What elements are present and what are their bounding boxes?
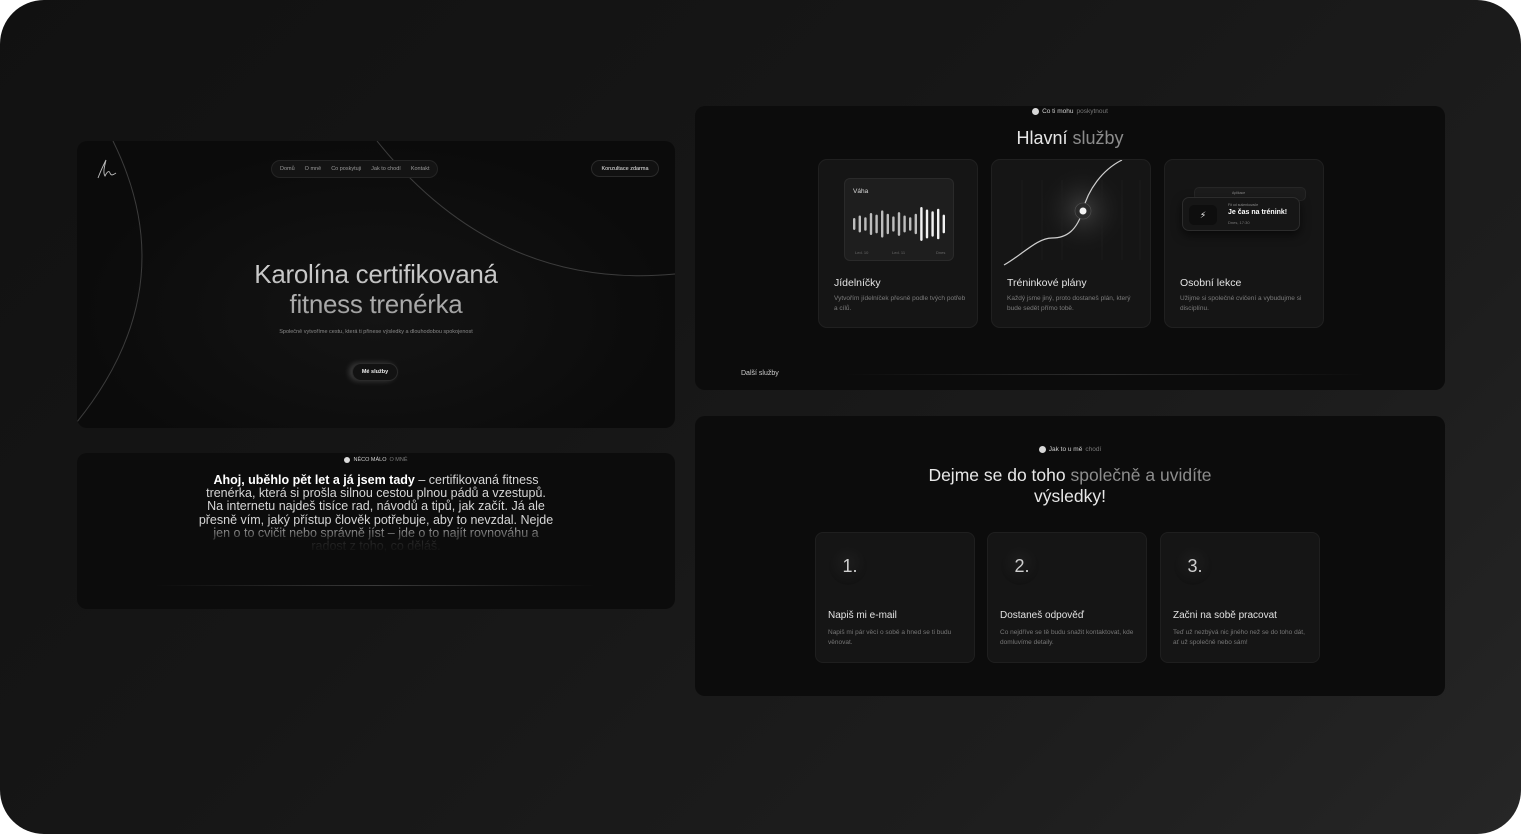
weight-bar [858,215,861,233]
my-services-button[interactable]: Mé služby [352,363,398,381]
weight-axis-label: Dnes [936,250,946,255]
services-title: Hlavní služby [695,128,1445,149]
service-card-personal-lessons[interactable]: Aplikace ⚡ Fit od sušenkovače Je čas na … [1164,159,1324,328]
weight-bar [892,216,895,232]
notification-back-app: Aplikace [1232,191,1246,195]
step-desc: Co nejdříve se tě budu snažit kontaktova… [1000,629,1134,646]
step-title: Dostaneš odpověď [1000,610,1084,621]
step-desc: Teď už nezbývá nic jiného než se do toho… [1173,629,1305,646]
hero-subtitle: Společně vytvoříme cestu, která ti přine… [279,329,473,335]
nav-item-services[interactable]: Co poskytuji [331,166,361,172]
step-title: Napiš mi e-mail [828,610,897,621]
badge-dot-icon [344,457,351,463]
divider [843,374,1368,375]
step-card: 2. Dostaneš odpověď Co nejdříve se tě bu… [987,532,1147,663]
signature-logo-icon[interactable] [95,158,119,180]
divider [155,585,597,586]
services-title-muted: služby [1067,128,1124,148]
services-badge-muted: poskytnout [1076,108,1108,115]
weight-bar [853,218,856,230]
weight-bar [931,211,934,237]
services-badge: Co ti mohu poskytnout [695,108,1445,115]
screenshot-frame: Domů O mně Co poskytuji Jak to chodí Kon… [0,0,1521,834]
about-section: NĚCO MÁLO O MNĚ Ahoj, uběhlo pět let a j… [77,453,675,609]
badge-dot-icon [1032,108,1040,115]
text-fade-overlay [77,523,675,553]
process-title-muted: společně a uvidíte [1065,465,1212,485]
services-section: Co ti mohu poskytnout Hlavní služby Váha… [695,106,1445,390]
nav-item-home[interactable]: Domů [280,166,295,172]
notification-title: Je čas na trénink! [1228,209,1288,216]
badge-dot-icon [1038,446,1046,453]
free-consultation-button[interactable]: Konzultace zdarma [591,160,659,177]
weight-bar [909,217,912,231]
weight-bar [914,213,917,235]
hero-title-line-2: fitness trenérka [289,289,463,319]
services-title-main: Hlavní [1016,128,1068,148]
about-badge-main: NĚCO MÁLO [353,457,387,463]
notification-time: Dnes, 17:30 [1228,220,1250,225]
service-card-title: Jídelníčky [834,277,881,289]
weight-axis-label: Led. 10 [855,250,869,255]
process-badge-main: Jak to u mě [1048,446,1083,453]
weight-bar [925,209,929,239]
lightning-icon: ⚡ [1189,205,1217,225]
service-card-meal-plans[interactable]: Váha Led. 10 Led. 11 Dnes Jídelníčky Vyt… [818,159,978,328]
step-title: Začni na sobě pracovat [1173,610,1277,621]
service-card-desc: Každý jsme jiný, proto dostaneš plán, kt… [1007,295,1131,312]
notification-app: Fit od sušenkovače [1228,203,1259,207]
nav-item-process[interactable]: Jak to chodí [371,166,401,172]
weight-bar [875,214,878,234]
process-section: Jak to u mě chodí Dejme se do toho spole… [695,416,1445,696]
weight-bar [897,212,901,236]
nav-item-about[interactable]: O mně [305,166,322,172]
hero-title: Karolína certifikovaná fitness trenérka [77,259,675,319]
weight-chart: Váha Led. 10 Led. 11 Dnes [844,178,954,261]
service-card-desc: Vytvořím jídelníček přesně podle tvých p… [834,295,966,312]
hero-title-line-1: Karolína certifikovaná [254,259,498,289]
progress-curve-graphic [1003,160,1141,266]
process-title-main: Dejme se do toho [928,465,1066,485]
about-badge-muted: O MNĚ [389,457,408,463]
service-card-desc: Užijme si společné cvičení a vybudujme s… [1180,295,1302,312]
weight-bar [920,207,923,241]
step-number: 2. [1001,547,1039,585]
process-badge: Jak to u mě chodí [695,446,1445,453]
weight-bar [903,215,906,233]
service-card-title: Tréninkové plány [1007,277,1087,289]
process-badge-muted: chodí [1085,446,1102,453]
weight-bar [942,214,945,234]
process-title: Dejme se do toho společně a uvidíte výsl… [695,465,1445,507]
weight-bar [869,212,873,236]
about-intro-bold: Ahoj, uběhlo pět let a já jsem tady [213,473,415,487]
step-desc: Napiš mi pár věcí o sobě a hned se ti bu… [828,629,952,646]
weight-bar [937,208,940,240]
notification: ⚡ Fit od sušenkovače Je čas na trénink! … [1182,197,1300,231]
services-badge-main: Co ti mohu [1042,108,1074,115]
weight-axis-label: Led. 11 [892,250,906,255]
more-services-link[interactable]: Další služby [741,370,779,377]
nav-item-contact[interactable]: Kontakt [411,166,430,172]
process-title-line-2: výsledky! [1034,486,1106,506]
weight-bar [864,217,867,231]
step-number: 1. [829,547,867,585]
step-number: 3. [1174,547,1212,585]
weight-bar [886,213,889,235]
service-card-training-plans[interactable]: Tréninkové plány Každý jsme jiný, proto … [991,159,1151,328]
hero-section: Domů O mně Co poskytuji Jak to chodí Kon… [77,141,675,428]
weight-bar [881,210,884,238]
about-badge: NĚCO MÁLO O MNĚ [77,457,675,463]
service-card-title: Osobní lekce [1180,277,1242,289]
step-card: 3. Začni na sobě pracovat Teď už nezbývá… [1160,532,1320,663]
step-card: 1. Napiš mi e-mail Napiš mi pár věcí o s… [815,532,975,663]
main-nav: Domů O mně Co poskytuji Jak to chodí Kon… [271,160,439,178]
